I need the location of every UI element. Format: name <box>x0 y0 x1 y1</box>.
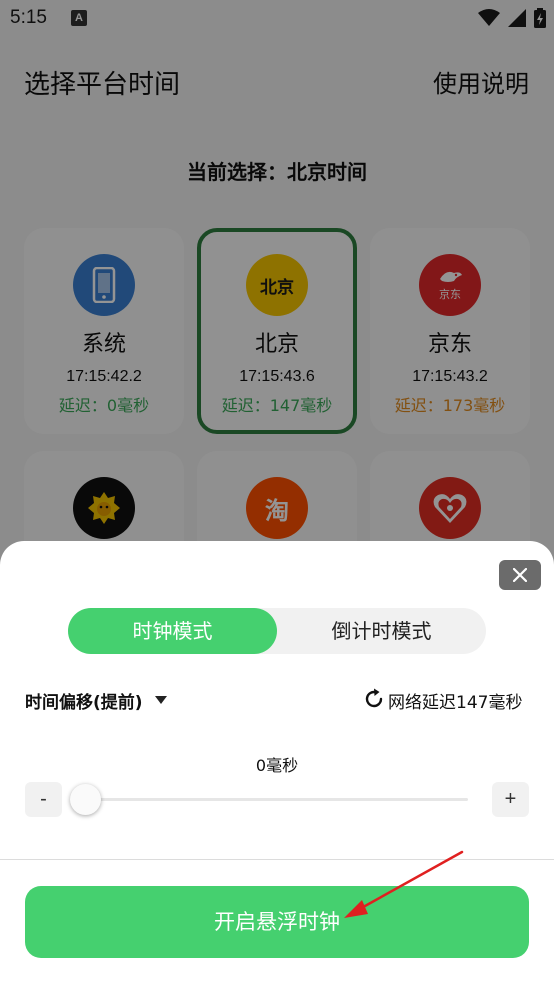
tab-clock-mode[interactable]: 时钟模式 <box>68 608 277 654</box>
annotation-arrow-icon <box>344 850 464 918</box>
slider-value: 0毫秒 <box>255 756 299 775</box>
offset-slider-thumb[interactable] <box>70 784 101 815</box>
offset-slider-track[interactable] <box>86 798 468 801</box>
tab-countdown-mode[interactable]: 倒计时模式 <box>277 608 486 654</box>
refresh-icon[interactable] <box>362 687 386 711</box>
divider <box>0 859 554 860</box>
caret-down-icon[interactable] <box>155 696 167 704</box>
close-button[interactable] <box>499 560 541 590</box>
increase-button[interactable]: + <box>492 782 529 817</box>
mode-toggle: 时钟模式 倒计时模式 <box>68 608 486 654</box>
decrease-button[interactable]: - <box>25 782 62 817</box>
close-icon <box>513 568 527 582</box>
network-delay-text: 网络延迟147毫秒 <box>388 693 523 713</box>
time-offset-dropdown[interactable]: 时间偏移(提前) <box>25 688 143 713</box>
